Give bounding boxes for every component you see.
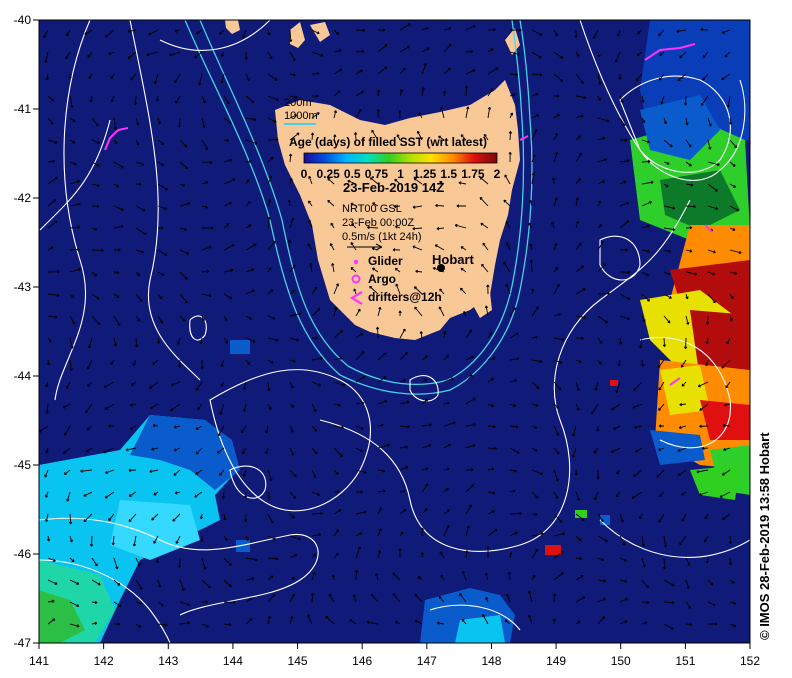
- drifters-label: drifters@12h: [368, 290, 442, 304]
- product-label: NRT00 GSL: [342, 203, 402, 215]
- sst-map: 141 142 143 144 145 146 147 148 149 150 151 152 -40…: [14, 13, 761, 668]
- colorbar-tick-label: 0.75: [365, 167, 389, 181]
- colorbar-tick-label: 0: [301, 167, 308, 181]
- colorbar-title: Age (days) of filled SST (wrt latest): [289, 135, 487, 149]
- hobart-label: Hobart: [432, 252, 475, 267]
- isobath-200m-label: 200m: [284, 97, 312, 109]
- argo-label: Argo: [368, 272, 396, 286]
- x-tick-label: 148: [481, 654, 501, 668]
- isobath-1000m-label: 1000m: [284, 110, 318, 122]
- y-tick-label: -43: [14, 280, 32, 294]
- colorbar-tick-label: 1.75: [461, 167, 485, 181]
- x-tick-label: 150: [611, 654, 631, 668]
- y-tick-label: -41: [14, 102, 32, 116]
- scale-label: 0.5m/s (1kt 24h): [342, 231, 421, 243]
- y-tick-label: -45: [14, 458, 32, 472]
- x-tick-label: 146: [352, 654, 372, 668]
- product-date: 23-Feb 00:00Z: [342, 217, 414, 229]
- x-tick-label: 144: [223, 654, 243, 668]
- colorbar-tick-label: 1.5: [440, 167, 457, 181]
- y-tick-label: -42: [14, 191, 32, 205]
- x-axis: 141 142 143 144 145 146 147 148 149 150 151 152: [29, 643, 760, 668]
- colorbar-tick-label: 1.25: [413, 167, 437, 181]
- x-tick-label: 149: [546, 654, 566, 668]
- credit-text: © IMOS 28-Feb-2019 13:58 Hobart: [757, 432, 772, 640]
- y-tick-label: -44: [14, 369, 32, 383]
- glider-marker-icon: [353, 259, 359, 265]
- colorbar-tick-label: 2: [494, 167, 501, 181]
- colorbar-ticks: 0 0.25 0.5 0.75 1 1.25 1.5 1.75 2: [301, 167, 501, 181]
- x-tick-label: 142: [94, 654, 114, 668]
- colorbar-gradient: [303, 152, 498, 164]
- colorbar-tick-label: 1: [397, 167, 404, 181]
- glider-label: Glider: [368, 254, 403, 268]
- x-tick-label: 152: [740, 654, 760, 668]
- colorbar-tick-label: 0.5: [344, 167, 361, 181]
- x-tick-label: 141: [29, 654, 49, 668]
- y-tick-label: -40: [14, 13, 32, 27]
- sst-date: 23-Feb-2019 14Z: [343, 180, 444, 195]
- colorbar-tick-label: 0.25: [316, 167, 340, 181]
- y-axis: -40 -41 -42 -43 -44 -45 -46 -47: [14, 13, 39, 650]
- x-tick-label: 147: [417, 654, 437, 668]
- x-tick-label: 145: [288, 654, 308, 668]
- y-tick-label: -46: [14, 547, 32, 561]
- x-tick-label: 151: [675, 654, 695, 668]
- x-tick-label: 143: [158, 654, 178, 668]
- y-tick-label: -47: [14, 636, 32, 650]
